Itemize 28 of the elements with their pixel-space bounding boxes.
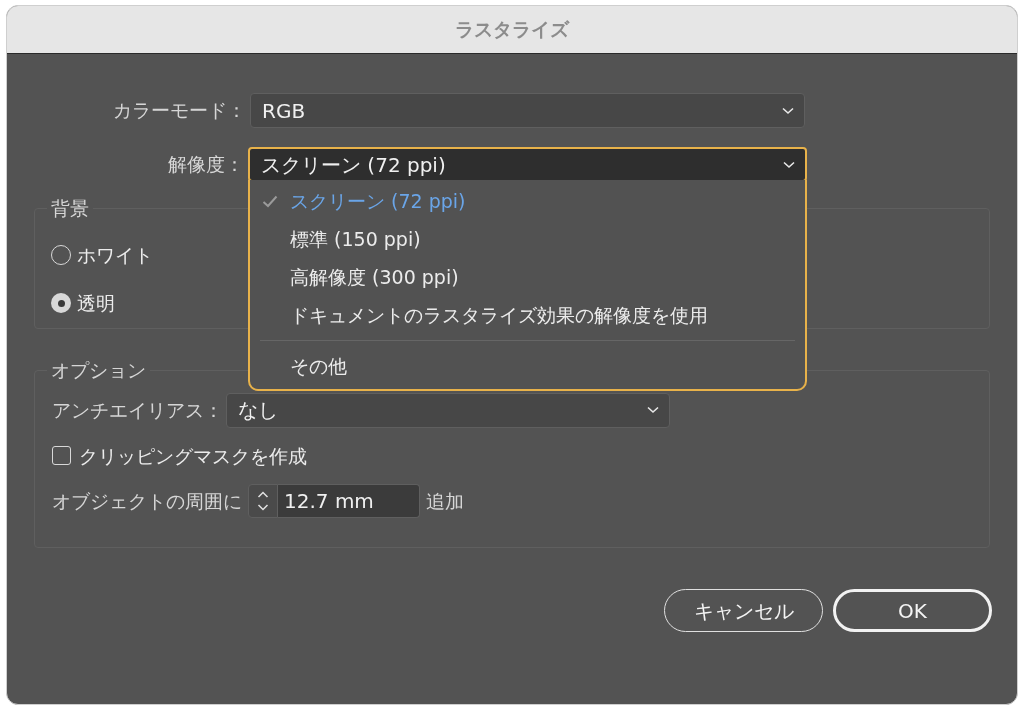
dialog-button[interactable]: OK [833, 589, 992, 632]
field-label: 解像度： [167, 152, 245, 178]
window-title: ラスタライズ [455, 17, 569, 43]
field-label: カラーモード： [112, 98, 247, 124]
checkbox-label: クリッピングマスクを作成 [79, 443, 307, 469]
group-legend: オプション [47, 356, 150, 385]
chevron-down-icon [782, 106, 794, 115]
field-label: アンチエイリアス： [52, 397, 223, 423]
dropdown-select[interactable]: なし [226, 392, 670, 428]
stepper[interactable] [248, 484, 278, 518]
chevron-down-icon [783, 160, 795, 169]
menu-item[interactable]: ドキュメントのラスタライズ効果の解像度を使用 [250, 296, 805, 334]
checkbox[interactable] [52, 446, 71, 466]
menu-item[interactable]: その他 [250, 347, 805, 385]
up-down-arrows-icon [257, 490, 269, 512]
group-legend: 背景 [47, 194, 93, 223]
menu-item[interactable]: 標準 (150 ppi) [250, 220, 805, 258]
unit-label: 追加 [426, 488, 464, 514]
input-field[interactable]: 12.7 mm [278, 484, 420, 518]
dropdown-select[interactable]: RGB [250, 93, 805, 128]
dropdown-select[interactable]: スクリーン (72 ppi) [248, 147, 807, 182]
radio-button[interactable] [51, 293, 71, 314]
radio-label: 透明 [77, 291, 115, 316]
chevron-down-icon [647, 406, 659, 414]
radio-label: ホワイト [77, 242, 153, 268]
checkmark-icon [262, 194, 278, 208]
menu-item[interactable]: 高解像度 (300 ppi) [250, 258, 805, 296]
field-label: オブジェクトの周囲に [52, 488, 242, 514]
